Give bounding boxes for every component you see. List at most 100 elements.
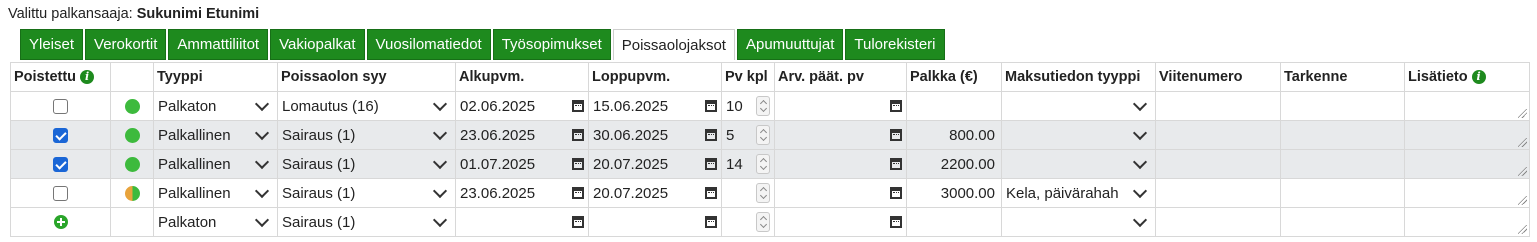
salary-input[interactable] <box>906 207 1002 237</box>
resize-handle-icon[interactable] <box>1406 122 1529 149</box>
extra-textarea[interactable] <box>1404 178 1530 208</box>
payment-type-select[interactable] <box>1001 91 1156 121</box>
payment-type-select[interactable] <box>1001 207 1156 237</box>
spinner-icon[interactable] <box>756 183 770 203</box>
start-date-input[interactable]: 02.06.2025 <box>455 91 589 121</box>
spinner-icon[interactable] <box>756 154 770 174</box>
reference-input[interactable] <box>1155 120 1281 150</box>
extra-textarea[interactable] <box>1404 120 1530 150</box>
calendar-icon[interactable] <box>705 100 717 112</box>
deleted-checkbox[interactable] <box>53 185 68 201</box>
spec-input[interactable] <box>1280 207 1405 237</box>
calendar-icon[interactable] <box>572 100 584 112</box>
reason-select[interactable]: Sairaus (1) <box>277 207 456 237</box>
tab-tyosopimukset[interactable]: Työsopimukset <box>492 29 611 60</box>
payment-type-select[interactable] <box>1001 120 1156 150</box>
est-decision-date-input[interactable] <box>774 149 907 179</box>
resize-handle-icon[interactable] <box>1406 209 1529 236</box>
salary-input[interactable]: 2200.00 <box>906 149 1002 179</box>
start-date-input[interactable]: 23.06.2025 <box>455 120 589 150</box>
est-decision-date-input[interactable] <box>774 120 907 150</box>
end-date-input[interactable] <box>588 207 722 237</box>
days-stepper[interactable]: 5 <box>721 120 775 150</box>
calendar-icon[interactable] <box>572 187 584 199</box>
deleted-checkbox[interactable] <box>53 156 68 172</box>
est-decision-date-input[interactable] <box>774 91 907 121</box>
extra-textarea[interactable] <box>1404 91 1530 121</box>
days-stepper[interactable]: 14 <box>721 149 775 179</box>
payment-type-select[interactable]: Kela, päivärahah <box>1001 178 1156 208</box>
resize-handle-icon[interactable] <box>1406 93 1529 120</box>
deleted-checkbox[interactable] <box>53 98 68 114</box>
spinner-icon[interactable] <box>756 212 770 232</box>
reference-input[interactable] <box>1155 178 1281 208</box>
type-select[interactable]: Palkaton <box>153 207 278 237</box>
reference-input[interactable] <box>1155 149 1281 179</box>
info-icon[interactable]: i <box>1471 70 1486 85</box>
extra-textarea[interactable] <box>1404 207 1530 237</box>
salary-input[interactable]: 800.00 <box>906 120 1002 150</box>
info-icon[interactable]: i <box>80 70 95 85</box>
end-date-input[interactable]: 20.07.2025 <box>588 149 722 179</box>
type-select[interactable]: Palkallinen <box>153 149 278 179</box>
chevron-down-icon <box>432 183 448 199</box>
start-date-input[interactable] <box>455 207 589 237</box>
reason-select[interactable]: Lomautus (16) <box>277 91 456 121</box>
type-select[interactable]: Palkallinen <box>153 120 278 150</box>
calendar-icon[interactable] <box>572 158 584 170</box>
tab-poissaolojaksot[interactable]: Poissaolojaksot <box>612 29 735 60</box>
calendar-icon[interactable] <box>705 187 717 199</box>
spec-input[interactable] <box>1280 149 1405 179</box>
spec-input[interactable] <box>1280 178 1405 208</box>
type-select[interactable]: Palkaton <box>153 91 278 121</box>
tab-ammattiliitot[interactable]: Ammattiliitot <box>168 29 269 60</box>
calendar-icon[interactable] <box>890 129 902 141</box>
calendar-icon[interactable] <box>705 216 717 228</box>
calendar-icon[interactable] <box>890 187 902 199</box>
days-stepper[interactable]: 10 <box>721 91 775 121</box>
est-decision-date-input[interactable] <box>774 178 907 208</box>
end-date-input[interactable]: 20.07.2025 <box>588 178 722 208</box>
tab-tulorekisteri[interactable]: Tulorekisteri <box>845 29 945 60</box>
tab-verokortit[interactable]: Verokortit <box>85 29 167 60</box>
start-date-input[interactable]: 23.06.2025 <box>455 178 589 208</box>
reason-select[interactable]: Sairaus (1) <box>277 120 456 150</box>
salary-input[interactable]: 3000.00 <box>906 178 1002 208</box>
resize-handle-icon[interactable] <box>1406 180 1529 207</box>
est-decision-date-input[interactable] <box>774 207 907 237</box>
tab-apumuuttujat[interactable]: Apumuuttujat <box>736 29 844 60</box>
payment-type-select[interactable] <box>1001 149 1156 179</box>
days-stepper[interactable] <box>721 207 775 237</box>
calendar-icon[interactable] <box>572 129 584 141</box>
add-row-icon[interactable] <box>53 215 68 229</box>
salary-input[interactable] <box>906 91 1002 121</box>
end-date-input[interactable]: 15.06.2025 <box>588 91 722 121</box>
absence-table: Poistettu i Tyyppi Poissaolon syy Alkupvm… <box>10 62 1530 237</box>
selected-employee-name: Sukunimi Etunimi <box>136 6 260 22</box>
reference-input[interactable] <box>1155 207 1281 237</box>
extra-textarea[interactable] <box>1404 149 1530 179</box>
calendar-icon[interactable] <box>890 158 902 170</box>
spec-input[interactable] <box>1280 91 1405 121</box>
spec-input[interactable] <box>1280 120 1405 150</box>
deleted-checkbox[interactable] <box>53 127 68 143</box>
table-row: Palkallinen Sairaus (1) 23.06.2025 20.07… <box>10 178 1530 208</box>
calendar-icon[interactable] <box>890 216 902 228</box>
reason-select[interactable]: Sairaus (1) <box>277 178 456 208</box>
calendar-icon[interactable] <box>705 158 717 170</box>
calendar-icon[interactable] <box>890 100 902 112</box>
resize-handle-icon[interactable] <box>1406 151 1529 178</box>
days-stepper[interactable] <box>721 178 775 208</box>
reference-input[interactable] <box>1155 91 1281 121</box>
end-date-input[interactable]: 30.06.2025 <box>588 120 722 150</box>
calendar-icon[interactable] <box>572 216 584 228</box>
calendar-icon[interactable] <box>705 129 717 141</box>
spinner-icon[interactable] <box>756 96 770 116</box>
reason-select[interactable]: Sairaus (1) <box>277 149 456 179</box>
spinner-icon[interactable] <box>756 125 770 145</box>
tab-yleiset[interactable]: Yleiset <box>20 29 84 60</box>
start-date-input[interactable]: 01.07.2025 <box>455 149 589 179</box>
type-select[interactable]: Palkallinen <box>153 178 278 208</box>
tab-vakiopalkat[interactable]: Vakiopalkat <box>270 29 365 60</box>
tab-vuosilomatiedot[interactable]: Vuosilomatiedot <box>366 29 491 60</box>
